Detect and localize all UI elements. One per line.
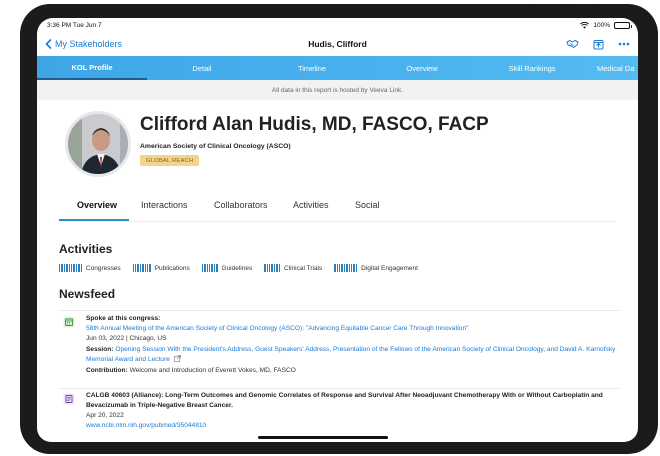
tab-medical-data[interactable]: Medical Da: [587, 56, 638, 80]
app-screen: 3:36 PM Tue Jun 7 100% My Stakeholders H…: [37, 18, 638, 442]
legend-congresses[interactable]: Congresses: [59, 264, 121, 272]
tab-kol-profile[interactable]: KOL Profile: [37, 56, 147, 80]
session-label: Session:: [86, 346, 114, 353]
external-link-icon[interactable]: [173, 355, 181, 362]
hardware-button: [534, 4, 564, 8]
main-tab-bar: KOL Profile Detail Timeline Overview Ski…: [37, 56, 638, 80]
publication-title[interactable]: CALGB 40603 (Alliance): Long-Term Outcom…: [86, 391, 619, 411]
wifi-icon: [580, 21, 590, 29]
tab-detail[interactable]: Detail: [147, 56, 257, 80]
legend-digital-engagement[interactable]: Digital Engagement: [334, 264, 418, 272]
kol-organization: American Society of Clinical Oncology (A…: [140, 143, 291, 150]
activity-bar-icon: [201, 264, 218, 272]
page-title: Hudis, Clifford: [308, 39, 367, 49]
legend-publications[interactable]: Publications: [132, 264, 190, 272]
activity-bar-icon: [334, 264, 358, 272]
hardware-button: [570, 4, 600, 8]
feed-date-place: Jun 03, 2022 | Chicago, US: [86, 335, 167, 342]
contribution-label: Contribution:: [86, 367, 128, 374]
document-icon: [63, 393, 75, 405]
congress-link[interactable]: 58th Annual Meeting of the American Soci…: [86, 324, 619, 334]
activities-heading: Activities: [59, 242, 113, 256]
status-bar: 3:36 PM Tue Jun 7 100%: [37, 18, 638, 32]
subtab-activities[interactable]: Activities: [293, 200, 329, 210]
activity-bar-icon: [264, 264, 280, 272]
session-link[interactable]: Opening Session With the President's Add…: [86, 346, 615, 363]
activities-legend: Congresses Publications Guidelines Clini…: [59, 264, 430, 272]
share-report-icon[interactable]: [593, 39, 604, 50]
status-time: 3:36 PM Tue Jun 7: [47, 21, 102, 29]
hosted-notice: All data in this report is hosted by Vee…: [37, 80, 638, 100]
profile-sub-tabs: Overview Interactions Collaborators Acti…: [59, 192, 616, 222]
profile-header: Clifford Alan Hudis, MD, FASCO, FACP Ame…: [37, 100, 638, 192]
activity-bar-icon: [59, 264, 82, 272]
newsfeed-heading: Newsfeed: [59, 287, 116, 301]
legend-clinical-trials[interactable]: Clinical Trials: [264, 264, 322, 272]
subtab-overview[interactable]: Overview: [77, 200, 117, 210]
tab-skill-rankings[interactable]: Skill Rankings: [477, 56, 587, 80]
publication-date: Apr 20, 2022: [86, 412, 124, 419]
list-item: Spoke at this congress: 58th Annual Meet…: [59, 310, 619, 384]
divider: [59, 310, 619, 311]
back-button[interactable]: My Stakeholders: [45, 39, 122, 49]
handshake-icon[interactable]: [566, 39, 579, 49]
calendar-icon: [63, 316, 75, 328]
legend-guidelines[interactable]: Guidelines: [201, 264, 252, 272]
divider: [59, 388, 619, 389]
tab-overview[interactable]: Overview: [367, 56, 477, 80]
feed-heading: Spoke at this congress:: [86, 315, 161, 322]
list-item: CALGB 40603 (Alliance): Long-Term Outcom…: [59, 388, 619, 441]
kol-name: Clifford Alan Hudis, MD, FASCO, FACP: [140, 114, 489, 135]
subtab-social[interactable]: Social: [355, 200, 380, 210]
navigation-bar: My Stakeholders Hudis, Clifford: [37, 32, 638, 56]
tab-timeline[interactable]: Timeline: [257, 56, 367, 80]
back-label: My Stakeholders: [55, 39, 123, 49]
subtab-interactions[interactable]: Interactions: [141, 200, 188, 210]
publication-link[interactable]: www.ncbi.nlm.nih.gov/pubmed/35044810: [86, 421, 619, 431]
avatar: [65, 111, 131, 177]
profile-photo: [68, 114, 128, 174]
chevron-left-icon: [45, 39, 52, 49]
home-indicator[interactable]: [258, 436, 388, 439]
more-options-icon[interactable]: [618, 42, 630, 46]
active-subtab-indicator: [59, 219, 129, 221]
global-reach-badge: GLOBAL REACH: [140, 155, 200, 166]
battery-percent: 100%: [593, 21, 610, 29]
activity-bar-icon: [132, 264, 151, 272]
battery-icon: [614, 21, 632, 29]
contribution-text: Welcome and Introduction of Everett Voke…: [129, 367, 296, 374]
subtab-collaborators[interactable]: Collaborators: [214, 200, 268, 210]
